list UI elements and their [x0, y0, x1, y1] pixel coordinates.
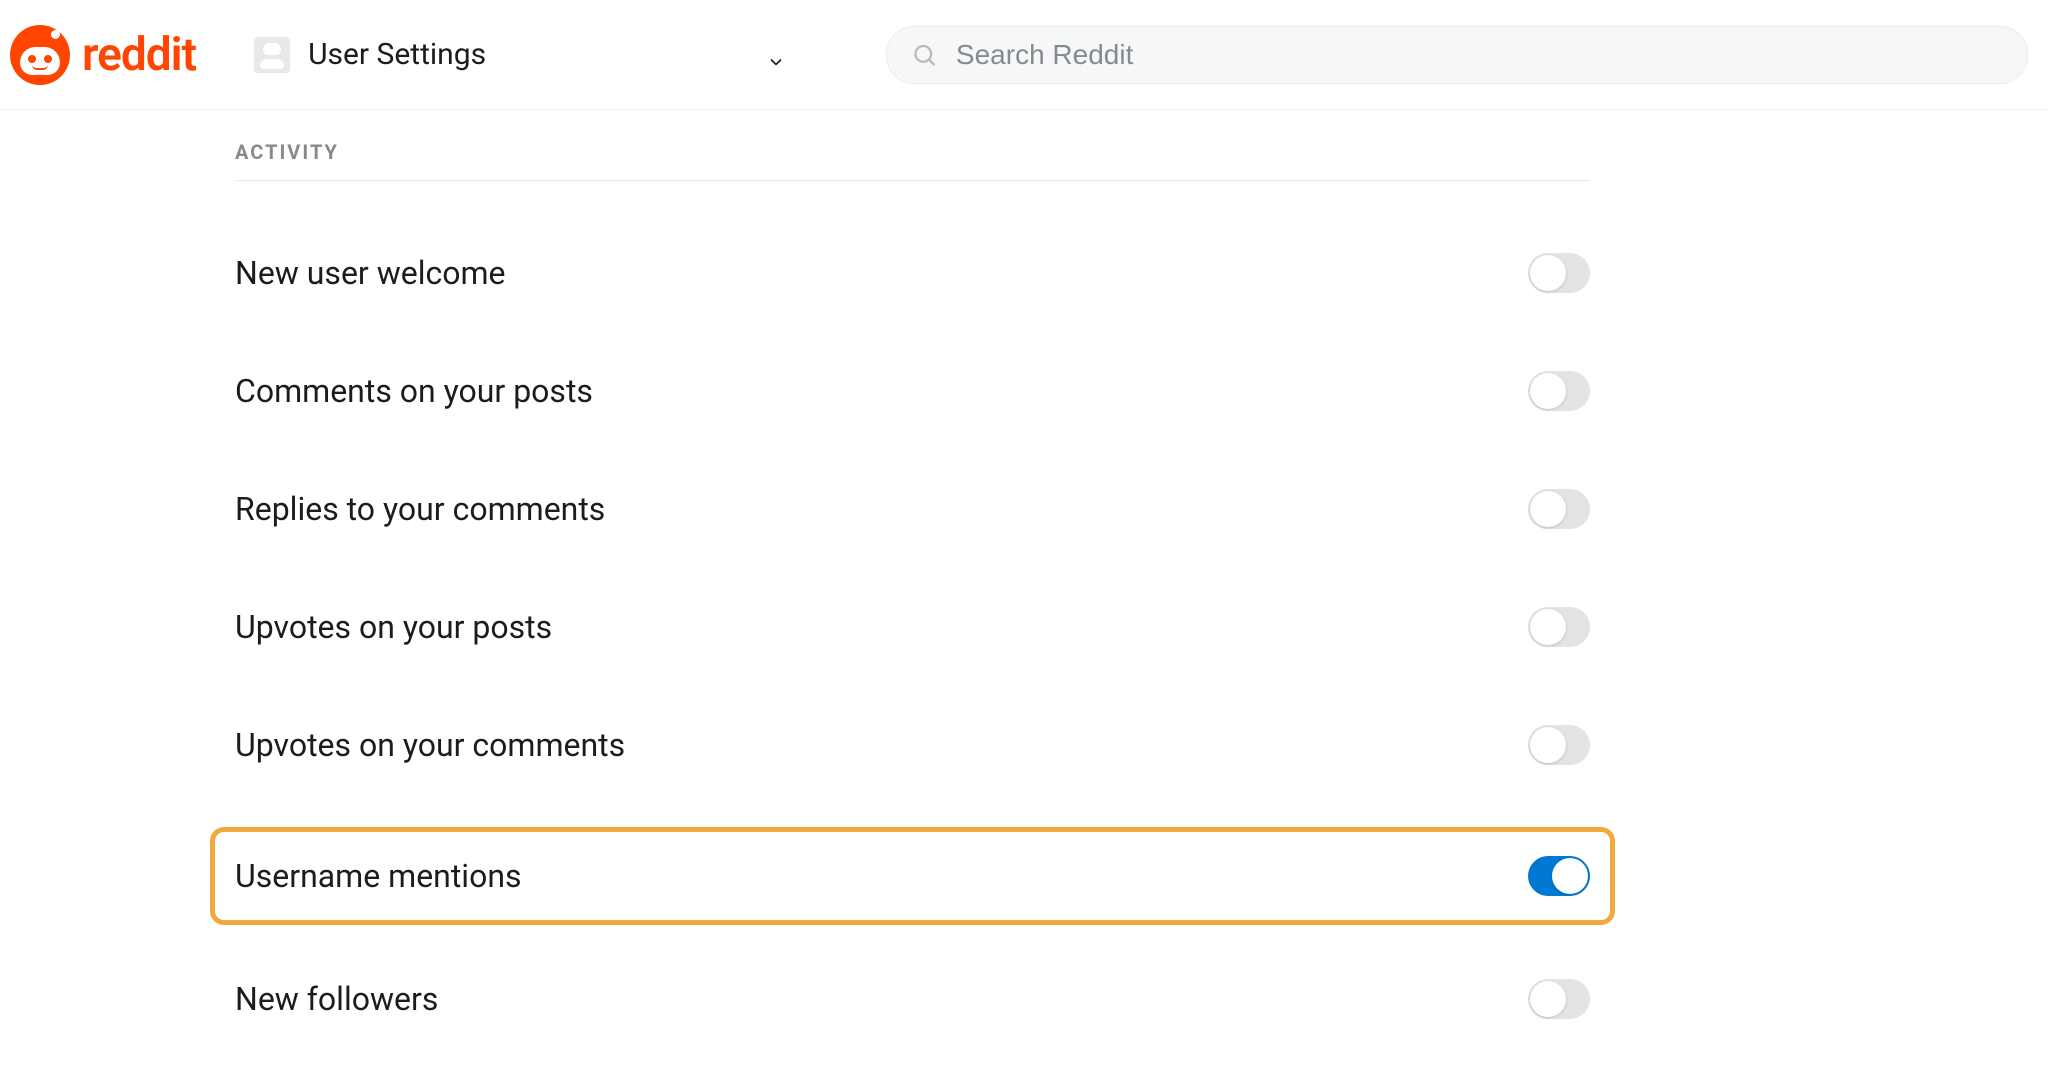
setting-row: Username mentions [210, 827, 1615, 925]
nav-label: User Settings [308, 37, 766, 72]
toggle-knob [1530, 255, 1566, 291]
reddit-logo-icon [10, 25, 70, 85]
toggle-switch[interactable] [1528, 856, 1590, 896]
toggle-switch[interactable] [1528, 607, 1590, 647]
toggle-knob [1530, 373, 1566, 409]
toggle-knob [1530, 609, 1566, 645]
header: reddit User Settings [0, 0, 2048, 110]
avatar-icon [254, 37, 290, 73]
settings-content: ACTIVITY New user welcome Comments on you… [235, 110, 1590, 1029]
search-bar[interactable] [886, 26, 2028, 84]
search-icon [911, 41, 938, 69]
nav-selector[interactable]: User Settings [246, 29, 806, 81]
toggle-switch[interactable] [1528, 253, 1590, 293]
setting-label: Upvotes on your posts [235, 608, 552, 646]
setting-row: Upvotes on your comments [235, 715, 1590, 775]
setting-row: New user welcome [235, 243, 1590, 303]
toggle-switch[interactable] [1528, 489, 1590, 529]
setting-row: New followers [235, 969, 1590, 1029]
toggle-switch[interactable] [1528, 979, 1590, 1019]
reddit-logo[interactable]: reddit [10, 25, 196, 85]
chevron-down-icon [766, 52, 786, 72]
toggle-knob [1530, 491, 1566, 527]
setting-label: New followers [235, 980, 438, 1018]
toggle-knob [1552, 858, 1588, 894]
settings-list: New user welcome Comments on your posts Re… [235, 243, 1590, 1029]
toggle-knob [1530, 727, 1566, 763]
setting-row: Comments on your posts [235, 361, 1590, 421]
search-input[interactable] [956, 39, 2003, 71]
toggle-knob [1530, 981, 1566, 1017]
reddit-logo-text: reddit [82, 28, 196, 82]
setting-label: Upvotes on your comments [235, 726, 625, 764]
toggle-switch[interactable] [1528, 725, 1590, 765]
setting-label: Replies to your comments [235, 490, 605, 528]
section-header-activity: ACTIVITY [235, 140, 1590, 181]
setting-label: Comments on your posts [235, 372, 593, 410]
setting-row: Replies to your comments [235, 479, 1590, 539]
setting-row: Upvotes on your posts [235, 597, 1590, 657]
toggle-switch[interactable] [1528, 371, 1590, 411]
setting-label: New user welcome [235, 254, 506, 292]
search-container [886, 26, 2028, 84]
setting-label: Username mentions [235, 857, 522, 895]
